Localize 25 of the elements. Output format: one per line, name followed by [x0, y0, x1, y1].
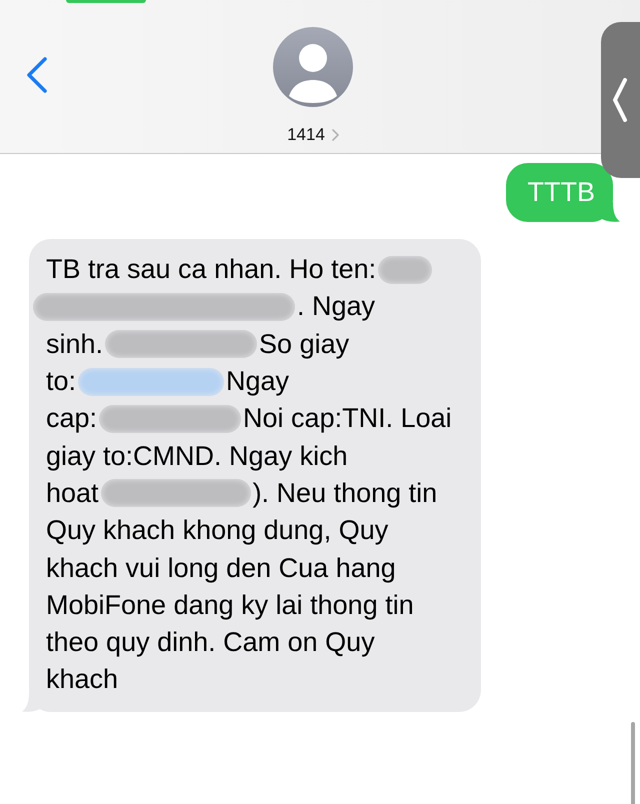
bubble-tail	[590, 202, 620, 222]
message-text: theo quy dinh. Cam on Quy	[46, 627, 375, 658]
person-avatar-icon	[273, 27, 353, 107]
chevron-left-icon	[26, 57, 48, 93]
message-text: Noi cap:TNI. Loai	[243, 403, 452, 434]
message-text: cap:	[46, 403, 98, 434]
message-text: hoat	[46, 478, 99, 509]
message-text: TB tra sau ca nhan. Ho ten:	[46, 254, 376, 286]
message-text: giay to:CMND. Ngay kich	[46, 440, 348, 472]
message-text: . Ngay	[297, 291, 376, 322]
contact-button[interactable]: 1414	[287, 117, 339, 153]
message-text: So giay	[259, 328, 350, 360]
message-text: ). Neu thong tin	[252, 478, 438, 509]
message-text: MobiFone dang ky lai thong tin	[46, 590, 414, 621]
message-text: to:	[46, 366, 76, 398]
message-text: Ngay	[226, 366, 290, 398]
message-text: sinh.	[46, 328, 104, 360]
message-text: Quy khach khong dung, Quy	[46, 515, 388, 546]
message-text: TTTB	[528, 176, 595, 208]
side-panel-handle[interactable]	[601, 22, 640, 178]
back-button[interactable]	[26, 57, 48, 93]
message-text: khach vui long den Cua hang	[46, 552, 396, 584]
message-text: khach	[46, 664, 118, 696]
chevron-right-icon	[332, 129, 339, 141]
chevron-left-icon	[612, 78, 628, 122]
